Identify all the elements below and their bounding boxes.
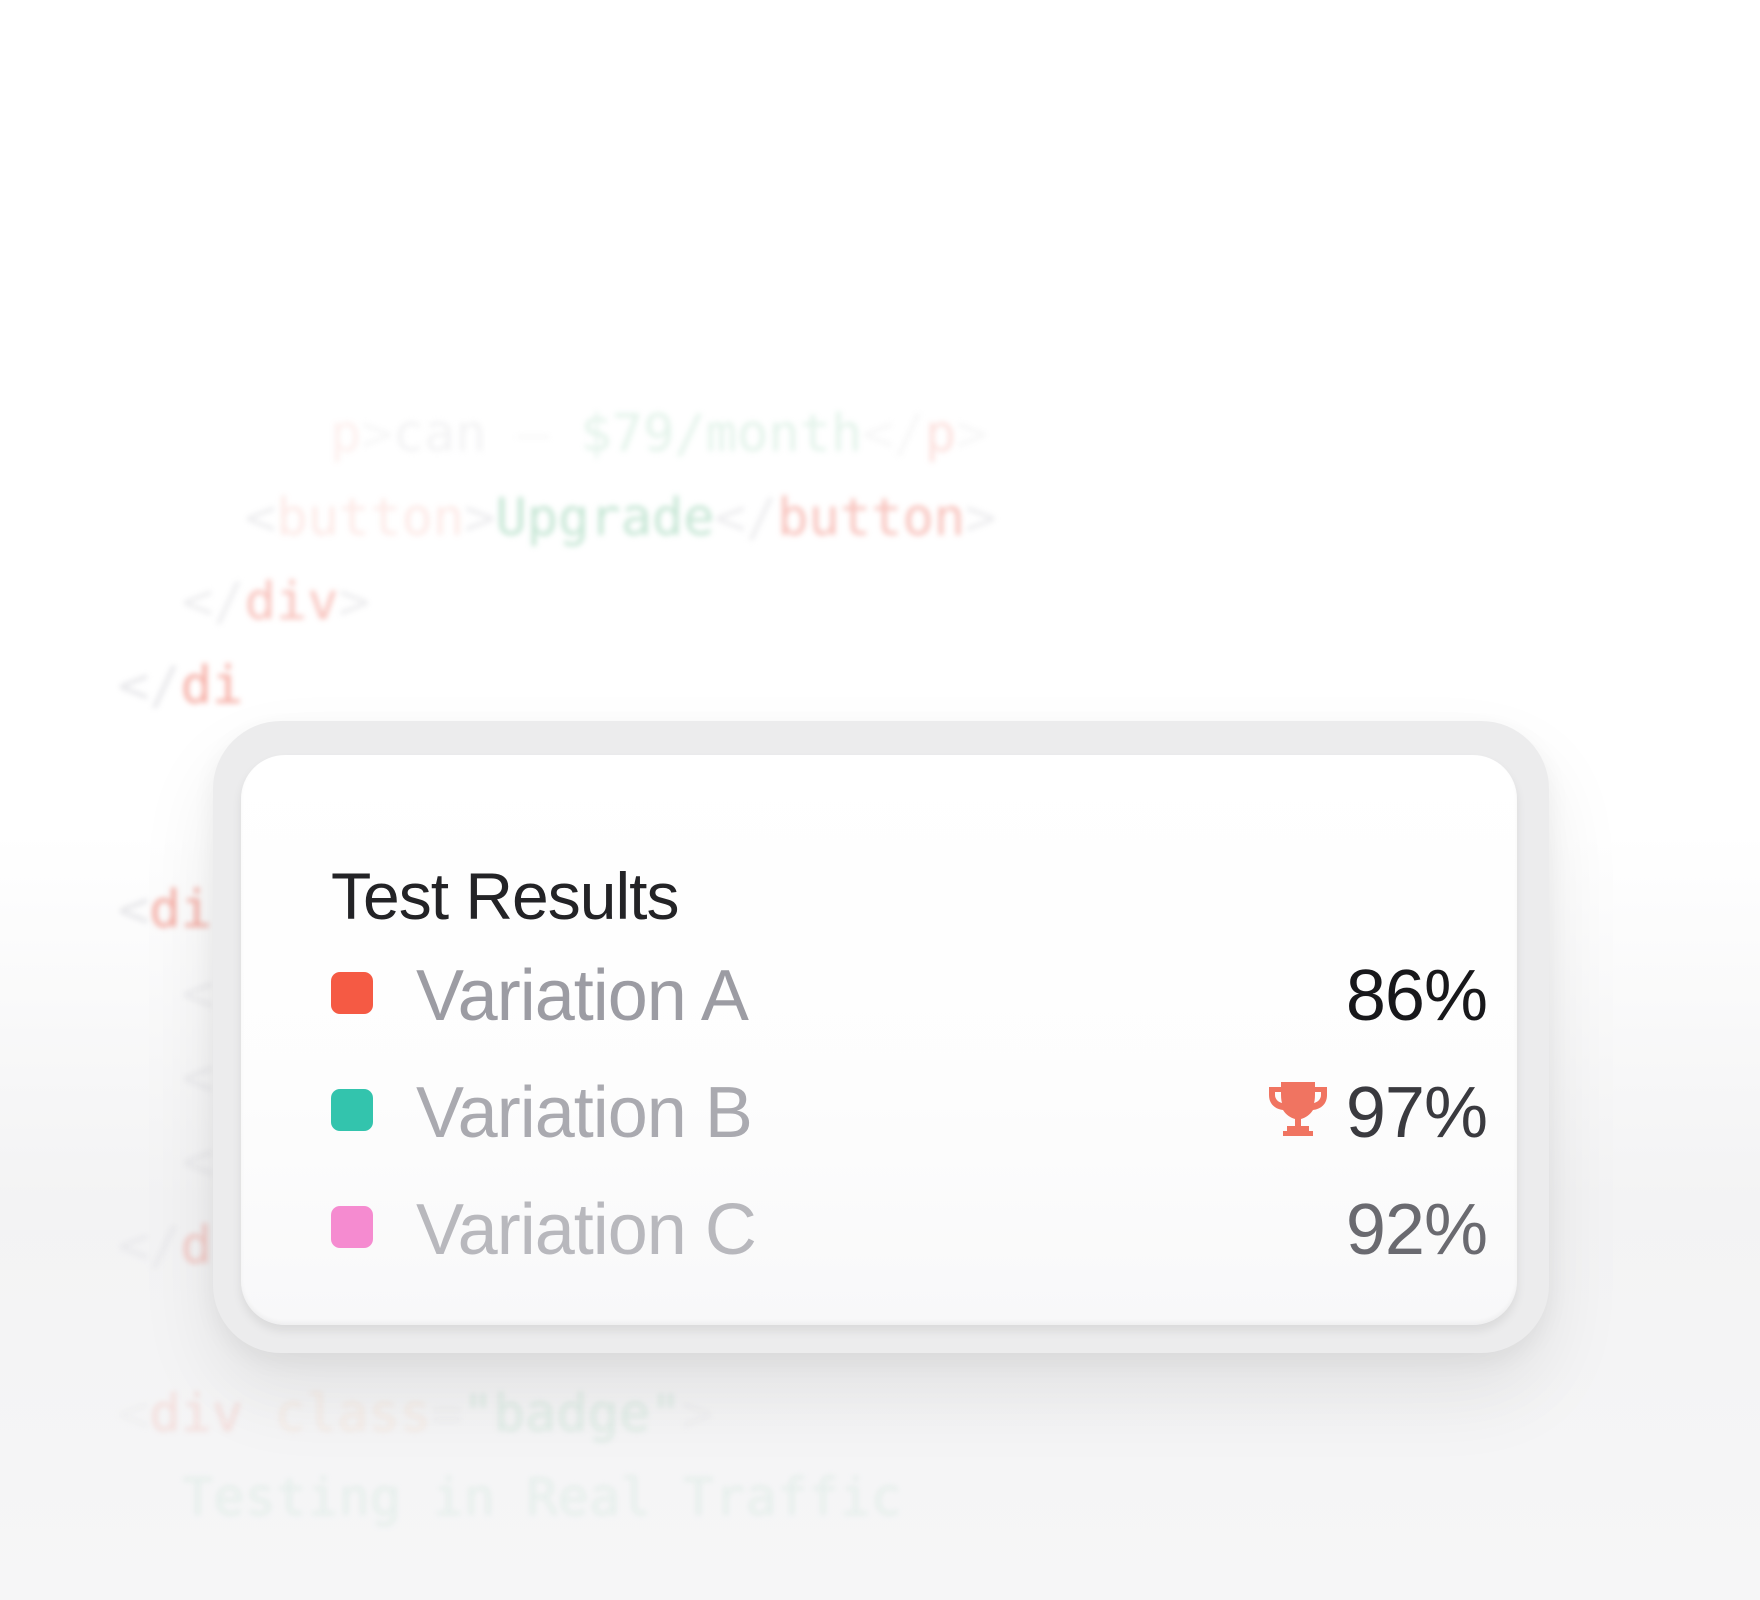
test-results-card: Test Results Variation A 86% Variation B… [213,721,1549,1353]
code-text: Upgrade [495,488,715,548]
variation-row-c[interactable]: Variation C 92% [331,1186,1488,1270]
variation-row-b[interactable]: Variation B 97% [331,1069,1488,1153]
code-text: can [392,404,487,464]
variation-score: 97% [1345,1073,1488,1153]
trophy-icon [1269,1082,1327,1136]
code-tag: di [180,656,244,716]
code-line: </div> [182,572,370,632]
variation-score: 86% [1345,956,1488,1036]
variation-label: Variation A [416,956,749,1036]
code-tag: button [276,488,465,548]
variation-c-swatch [331,1206,373,1248]
code-line: <di [118,880,212,940]
code-line: <div class="badge"> [118,1384,713,1444]
variation-b-swatch [331,1089,373,1131]
code-tag: p [330,404,362,464]
card-title: Test Results [331,859,679,933]
code-string: "badge" [462,1384,682,1444]
variation-score: 92% [1345,1190,1488,1270]
code-line: < [182,1132,214,1192]
code-line: p>can — $79/month</p> [330,404,988,464]
code-price: $79/month [580,404,863,464]
test-results-panel: Test Results Variation A 86% Variation B… [241,755,1517,1325]
code-attr: class [274,1384,432,1444]
code-tag: button [777,488,966,548]
variation-label: Variation B [416,1073,753,1153]
variation-a-swatch [331,972,373,1014]
code-tag: d [180,1216,212,1276]
code-tag: div [149,1384,244,1444]
code-line: < [182,1048,214,1108]
code-separator: — [517,404,550,464]
code-line: < [182,964,214,1024]
code-tag: di [149,880,212,940]
code-line: Testing in Real Traffic [182,1456,902,1540]
variation-row-a[interactable]: Variation A 86% [331,952,1488,1036]
code-line: <button>Upgrade</button> [245,488,997,548]
code-line: </d [118,1216,212,1276]
variation-label: Variation C [416,1190,757,1270]
code-tag: p [924,404,957,464]
code-text: Testing in Real Traffic [182,1468,903,1528]
code-tag: div [244,572,339,632]
code-line: </di [118,656,244,716]
